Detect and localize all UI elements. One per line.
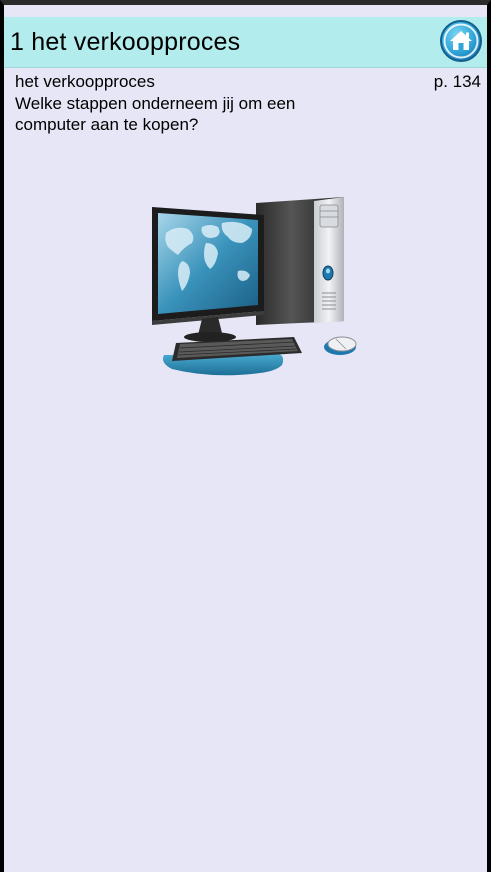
home-icon — [440, 20, 482, 62]
header-bar: 1 het verkoopproces — [4, 17, 487, 68]
page-reference: p. 134 — [433, 72, 481, 91]
subtitle: het verkoopproces — [15, 72, 155, 91]
desktop-computer-illustration — [152, 197, 357, 376]
question-text: Welke stappen onderneem jij om een compu… — [15, 94, 296, 134]
page-title: 1 het verkoopproces — [10, 28, 241, 56]
home-button[interactable] — [439, 19, 483, 63]
app-frame: 1 het verkoopproces het verkoopproces p.… — [0, 0, 491, 872]
